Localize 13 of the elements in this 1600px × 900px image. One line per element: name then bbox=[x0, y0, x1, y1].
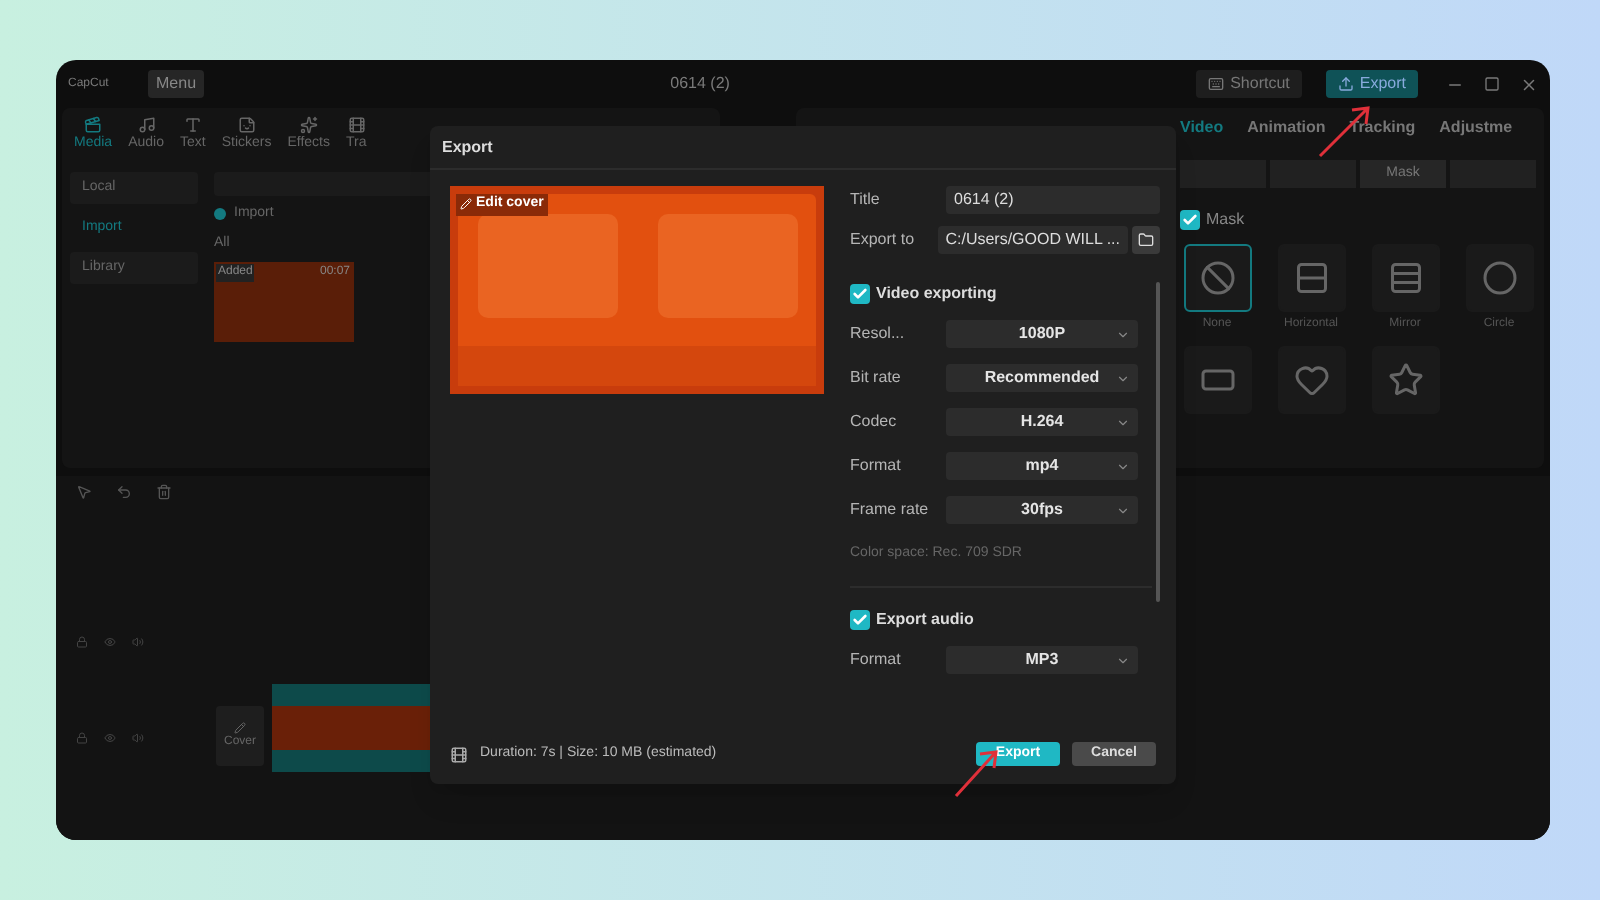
field-label: Resol... bbox=[850, 322, 907, 346]
section-label: Export audio bbox=[876, 608, 974, 632]
field-label: Title bbox=[850, 188, 882, 212]
dialog-title: Export bbox=[442, 135, 493, 159]
field-label: Codec bbox=[850, 410, 899, 434]
field-label: Format bbox=[850, 648, 903, 672]
field-label: Export to bbox=[850, 228, 917, 252]
field-label: Bit rate bbox=[850, 366, 903, 390]
project-title: 0614 (2) bbox=[668, 72, 732, 96]
mask-label: Mask bbox=[1206, 208, 1245, 232]
field-label: Format bbox=[850, 454, 903, 478]
section-label: Video exporting bbox=[876, 282, 997, 306]
field-label: Frame rate bbox=[850, 498, 931, 522]
